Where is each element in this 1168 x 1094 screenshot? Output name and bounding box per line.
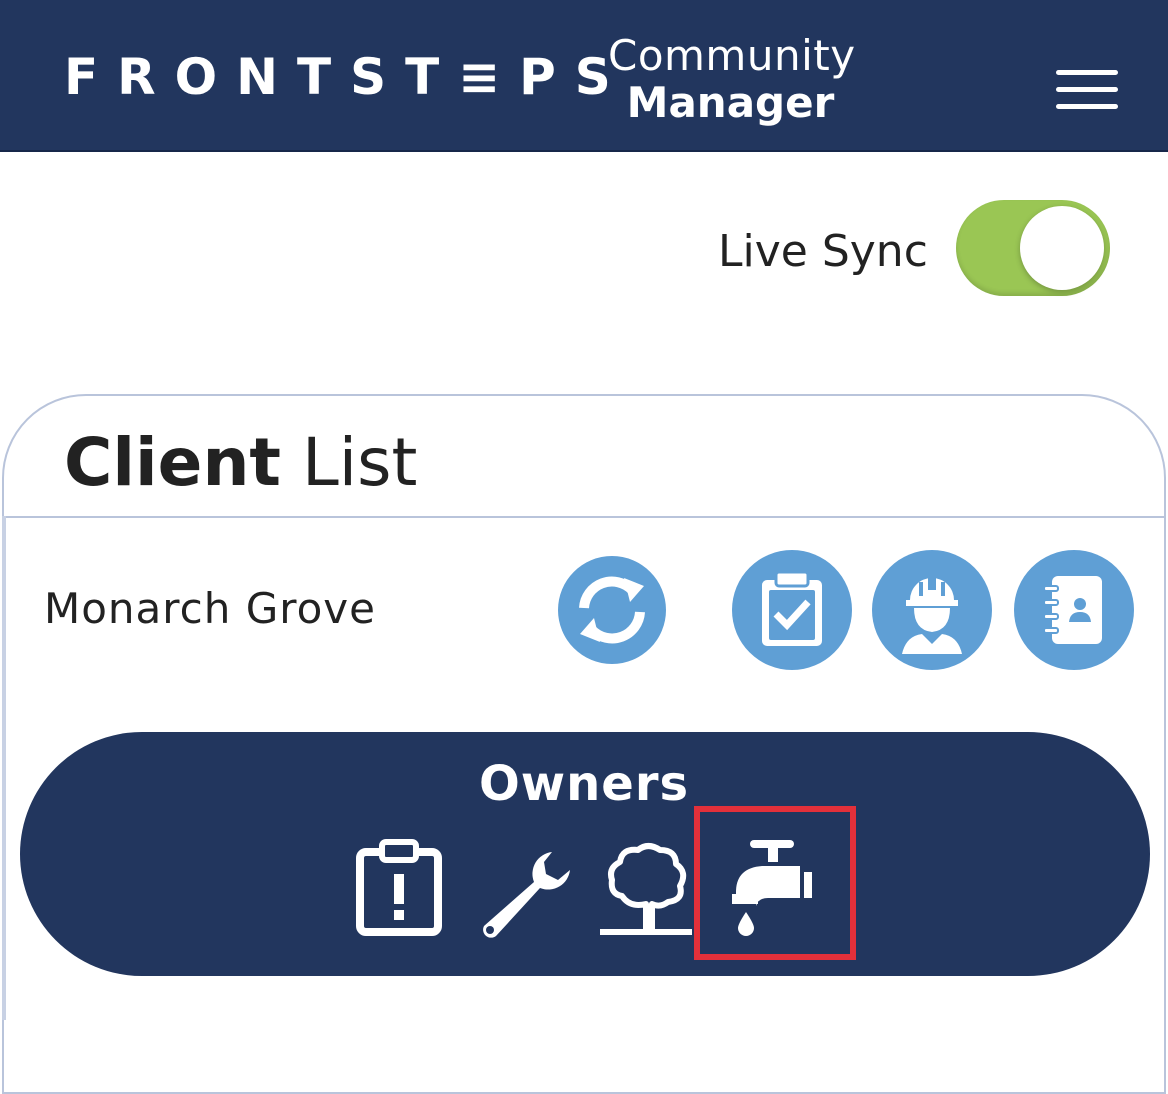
card-title-bold: Client bbox=[64, 424, 281, 501]
toggle-knob bbox=[1020, 206, 1104, 290]
clipboard-check-icon[interactable] bbox=[732, 550, 852, 670]
live-sync-toggle[interactable] bbox=[956, 200, 1110, 296]
app-header: FRONTST≡PS Community Manager bbox=[0, 0, 1168, 152]
contacts-book-icon[interactable] bbox=[1014, 550, 1134, 670]
live-sync-label: Live Sync bbox=[718, 226, 928, 277]
sync-icon[interactable] bbox=[558, 556, 666, 664]
faucet-highlight-box bbox=[694, 806, 856, 960]
card-divider bbox=[2, 516, 1166, 518]
product-name-line1: Community bbox=[608, 31, 856, 80]
brand-logo: FRONTST≡PS bbox=[64, 48, 630, 106]
client-name: Monarch Grove bbox=[44, 584, 376, 633]
wrench-icon[interactable] bbox=[474, 846, 574, 938]
hamburger-icon[interactable] bbox=[1056, 70, 1120, 110]
tree-icon[interactable] bbox=[600, 842, 696, 938]
owners-title: Owners bbox=[478, 756, 690, 812]
card-title: Client List bbox=[64, 424, 417, 501]
card-title-rest: List bbox=[301, 424, 418, 501]
clipboard-alert-icon[interactable] bbox=[354, 838, 444, 938]
worker-icon[interactable] bbox=[872, 550, 992, 670]
product-name: Community Manager bbox=[608, 31, 856, 127]
product-name-line2: Manager bbox=[626, 78, 835, 127]
